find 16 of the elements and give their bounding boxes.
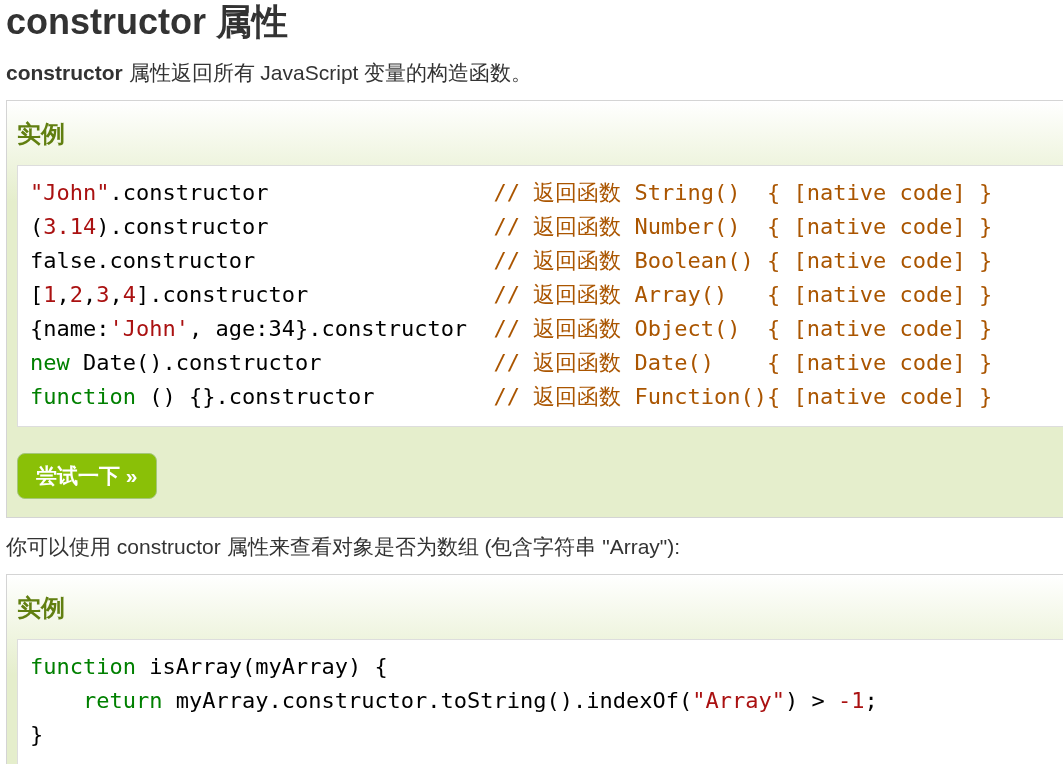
code-line: [1,2,3,4].constructor // 返回函数 Array() { [native code] } [30, 281, 994, 309]
code-line: return myArray.constructor.toString().indexOf("Array") > -1; [81, 687, 879, 715]
page-heading: constructor 属性 [6, 0, 290, 44]
code-line: "John".constructor // 返回函数 String() { [native code] } [30, 179, 994, 207]
try-it-button[interactable]: 尝试一下 » [17, 453, 157, 499]
code-line: (3.14).constructor // 返回函数 Number() { [native code] } [30, 213, 994, 241]
code-line: } [30, 721, 45, 749]
code-line: {name:'John', age:34}.constructor // 返回函数 Object() { [native code] } [30, 315, 994, 343]
code-line: function isArray(myArray) { [30, 653, 389, 681]
description-text: 你可以使用 constructor 属性来查看对象是否为数组 (包含字符串 "Array"): [6, 534, 682, 560]
intro-text: constructor 属性返回所有 JavaScript 变量的构造函数。 [6, 60, 534, 86]
code-line: new Date().constructor // 返回函数 Date() { [native code] } [30, 349, 994, 377]
example-title: 实例 [17, 119, 66, 149]
example-title: 实例 [17, 593, 66, 623]
code-line: false.constructor // 返回函数 Boolean() { [native code] } [30, 247, 994, 275]
code-line: function () {}.constructor // 返回函数 Function(){ [native code] } [30, 383, 994, 411]
